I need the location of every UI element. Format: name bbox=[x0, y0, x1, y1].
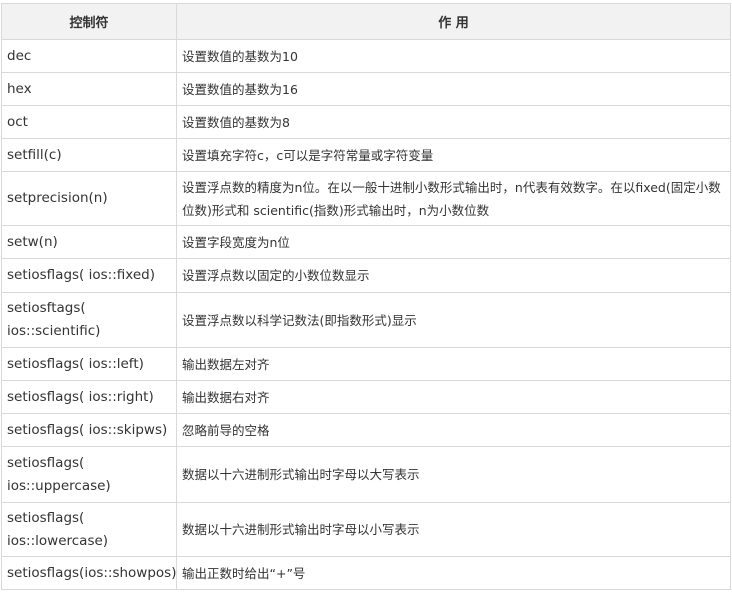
effect-cell: 设置数值的基数为10 bbox=[176, 39, 731, 73]
table-row: setiosflags( ios::uppercase) 数据以十六进制形式输出… bbox=[1, 446, 731, 503]
table-row: setiosflags(ios::showpos) 输出正数时给出“+”号 bbox=[1, 556, 731, 590]
table-row: setiosflags( ios::lowercase) 数据以十六进制形式输出… bbox=[1, 502, 731, 557]
control-cell: setiosflags( ios::fixed) bbox=[1, 258, 177, 293]
effect-cell: 忽略前导的空格 bbox=[176, 413, 731, 447]
control-cell: oct bbox=[1, 105, 177, 139]
control-cell: setprecision(n) bbox=[1, 171, 177, 226]
control-cell: setfill(c) bbox=[1, 138, 177, 172]
table-header-row: 控制符 作 用 bbox=[1, 3, 731, 40]
table-row: setprecision(n) 设置浮点数的精度为n位。在以一般十进制小数形式输… bbox=[1, 171, 731, 226]
effect-cell: 数据以十六进制形式输出时字母以小写表示 bbox=[176, 502, 731, 557]
table-row: oct 设置数值的基数为8 bbox=[1, 105, 731, 139]
table-row: setfill(c) 设置填充字符c，c可以是字符常量或字符变量 bbox=[1, 138, 731, 172]
control-cell: setiosflags( ios::lowercase) bbox=[1, 502, 177, 557]
effect-cell: 设置浮点数以科学记数法(即指数形式)显示 bbox=[176, 292, 731, 348]
effect-cell: 输出数据右对齐 bbox=[176, 380, 731, 414]
control-cell: setiosftags( ios::scientific) bbox=[1, 292, 177, 348]
control-cell: setiosflags(ios::showpos) bbox=[1, 556, 177, 590]
table-row: setiosflags( ios::left) 输出数据左对齐 bbox=[1, 347, 731, 381]
effect-cell: 设置填充字符c，c可以是字符常量或字符变量 bbox=[176, 138, 731, 172]
table-row: dec 设置数值的基数为10 bbox=[1, 39, 731, 73]
table-row: setiosftags( ios::scientific) 设置浮点数以科学记数… bbox=[1, 292, 731, 348]
column-header-effect: 作 用 bbox=[176, 3, 731, 40]
control-cell: hex bbox=[1, 72, 177, 106]
table-row: setiosflags( ios::fixed) 设置浮点数以固定的小数位数显示 bbox=[1, 258, 731, 293]
table-row: setw(n) 设置字段宽度为n位 bbox=[1, 225, 731, 259]
table-row: setiosflags( ios::right) 输出数据右对齐 bbox=[1, 380, 731, 414]
control-cell: setiosflags( ios::skipws) bbox=[1, 413, 177, 447]
effect-cell: 设置浮点数以固定的小数位数显示 bbox=[176, 258, 731, 293]
control-cell: setw(n) bbox=[1, 225, 177, 259]
table-row: hex 设置数值的基数为16 bbox=[1, 72, 731, 106]
column-header-control: 控制符 bbox=[1, 3, 177, 40]
effect-cell: 设置数值的基数为8 bbox=[176, 105, 731, 139]
control-cell: dec bbox=[1, 39, 177, 73]
effect-cell: 设置字段宽度为n位 bbox=[176, 225, 731, 259]
control-cell: setiosflags( ios::left) bbox=[1, 347, 177, 381]
effect-cell: 输出正数时给出“+”号 bbox=[176, 556, 731, 590]
effect-cell: 数据以十六进制形式输出时字母以大写表示 bbox=[176, 446, 731, 503]
control-cell: setiosflags( ios::uppercase) bbox=[1, 446, 177, 503]
table-row: setiosflags( ios::skipws) 忽略前导的空格 bbox=[1, 413, 731, 447]
effect-cell: 设置数值的基数为16 bbox=[176, 72, 731, 106]
control-cell: setiosflags( ios::right) bbox=[1, 380, 177, 414]
effect-cell: 输出数据左对齐 bbox=[176, 347, 731, 381]
effect-cell: 设置浮点数的精度为n位。在以一般十进制小数形式输出时，n代表有效数字。在以fix… bbox=[176, 171, 731, 226]
manipulator-table: 控制符 作 用 dec 设置数值的基数为10 hex 设置数值的基数为16 oc… bbox=[1, 3, 731, 590]
